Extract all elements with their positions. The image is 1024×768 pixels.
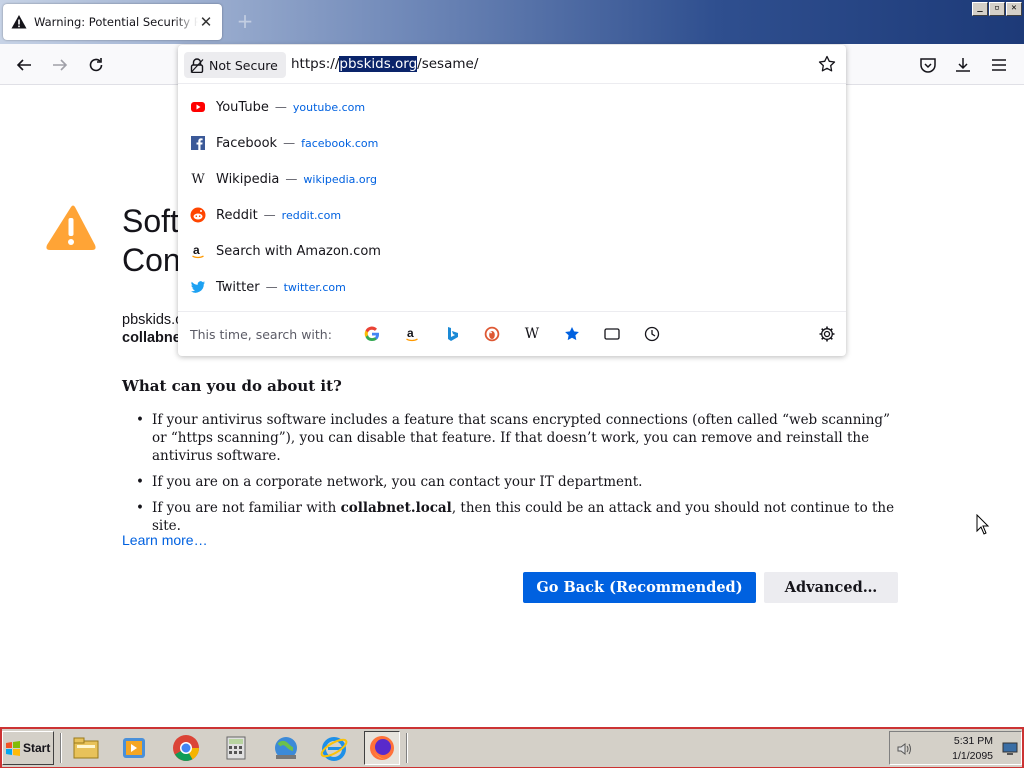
chrome-icon[interactable] (168, 731, 204, 765)
forward-arrow-icon (53, 59, 68, 71)
tab-title: Warning: Potential Security Risk Ahead (34, 15, 198, 29)
start-button[interactable]: Start (2, 731, 54, 765)
history-icon[interactable] (632, 321, 672, 347)
reddit-icon (190, 207, 206, 223)
file-explorer-icon[interactable] (68, 731, 104, 765)
window-controls: _ ▫ ✕ (972, 2, 1022, 16)
back-button[interactable] (13, 54, 35, 76)
url-input[interactable]: https://pbskids.org/sesame/ (291, 56, 478, 72)
warning-icon (46, 205, 96, 250)
svg-text:a: a (407, 326, 414, 340)
error-description: pbskids.c (122, 312, 183, 328)
internet-explorer-icon[interactable] (316, 731, 352, 765)
duckduckgo-icon[interactable] (472, 321, 512, 347)
search-engine-row: This time, search with: a W (178, 311, 846, 356)
hamburger-menu-icon (992, 59, 1006, 71)
facebook-icon (190, 135, 206, 151)
minimize-button[interactable]: _ (972, 2, 988, 16)
close-window-button[interactable]: ✕ (1006, 2, 1022, 16)
reload-icon (89, 58, 103, 72)
wikipedia-icon[interactable]: W (512, 321, 552, 347)
start-label: Start (23, 741, 51, 755)
url-selection: pbskids.org (339, 56, 418, 72)
mouse-cursor-icon (976, 514, 990, 535)
volume-icon[interactable] (896, 740, 914, 758)
go-back-button[interactable]: Go Back (Recommended) (523, 572, 756, 603)
amazon-icon: a (190, 243, 206, 259)
reload-button[interactable] (85, 54, 107, 76)
back-arrow-icon (16, 59, 31, 71)
suggestion-youtube[interactable]: YouTube — youtube.com (178, 89, 846, 125)
amazon-icon[interactable]: a (392, 321, 432, 347)
bookmark-star-icon[interactable] (818, 55, 836, 73)
lock-insecure-icon (190, 57, 204, 73)
advanced-button[interactable]: Advanced… (764, 572, 898, 603)
bookmarks-icon[interactable] (552, 321, 592, 347)
taskbar: Start 5:31 PM 1/1/2095 (0, 726, 1024, 768)
gear-icon[interactable] (818, 325, 836, 343)
wikipedia-icon: W (191, 171, 205, 187)
suggestion-reddit[interactable]: Reddit — reddit.com (178, 197, 846, 233)
media-player-icon[interactable] (116, 731, 152, 765)
taskbar-frame (0, 727, 1024, 768)
tabs-icon[interactable] (592, 321, 632, 347)
forward-button[interactable] (49, 54, 71, 76)
menu-button[interactable] (988, 54, 1010, 76)
advice-list: If your antivirus software includes a fe… (134, 411, 904, 543)
pocket-button[interactable] (917, 54, 939, 76)
suggestion-wikipedia[interactable]: W Wikipedia — wikipedia.org (178, 161, 846, 197)
list-item: If your antivirus software includes a fe… (134, 411, 904, 465)
suggestion-twitter[interactable]: Twitter — twitter.com (178, 269, 846, 305)
search-with-label: This time, search with: (190, 326, 332, 342)
new-tab-button[interactable]: + (236, 11, 254, 31)
error-description-domain: collabne (122, 330, 181, 346)
list-item: If you are not familiar with collabnet.l… (134, 499, 904, 535)
taskbar-separator (60, 733, 62, 763)
close-tab-icon[interactable]: ✕ (198, 13, 214, 31)
learn-more-link[interactable]: Learn more… (122, 532, 208, 548)
youtube-icon (190, 99, 206, 115)
network-globe-icon[interactable] (268, 731, 304, 765)
security-label: Not Secure (209, 57, 278, 73)
downloads-button[interactable] (952, 54, 974, 76)
tab-active[interactable]: Warning: Potential Security Risk Ahead ✕ (3, 4, 222, 40)
twitter-icon (190, 279, 206, 295)
list-item: If you are on a corporate network, you c… (134, 473, 904, 491)
taskbar-separator (406, 733, 408, 763)
page-title: Soft Con (122, 203, 181, 278)
download-icon (956, 58, 970, 72)
google-icon[interactable] (352, 321, 392, 347)
address-bar[interactable]: Not Secure https://pbskids.org/sesame/ (178, 45, 846, 84)
warning-icon (11, 15, 27, 29)
firefox-icon[interactable] (364, 731, 400, 765)
pocket-icon (920, 58, 936, 73)
windows-logo-icon (6, 741, 20, 756)
clock[interactable]: 5:31 PM 1/1/2095 (952, 734, 993, 764)
suggestion-amazon-search[interactable]: a Search with Amazon.com (178, 233, 846, 269)
maximize-button[interactable]: ▫ (989, 2, 1005, 16)
suggestion-facebook[interactable]: Facebook — facebook.com (178, 125, 846, 161)
section-heading: What can you do about it? (122, 377, 342, 395)
security-indicator[interactable]: Not Secure (184, 52, 286, 78)
system-tray: 5:31 PM 1/1/2095 (889, 731, 1022, 765)
svg-text:a: a (193, 243, 200, 257)
url-dropdown: Not Secure https://pbskids.org/sesame/ Y… (178, 45, 846, 356)
calculator-icon[interactable] (218, 731, 254, 765)
network-icon[interactable] (1002, 742, 1018, 756)
title-bar: Warning: Potential Security Risk Ahead ✕… (0, 0, 1024, 44)
bing-icon[interactable] (432, 321, 472, 347)
